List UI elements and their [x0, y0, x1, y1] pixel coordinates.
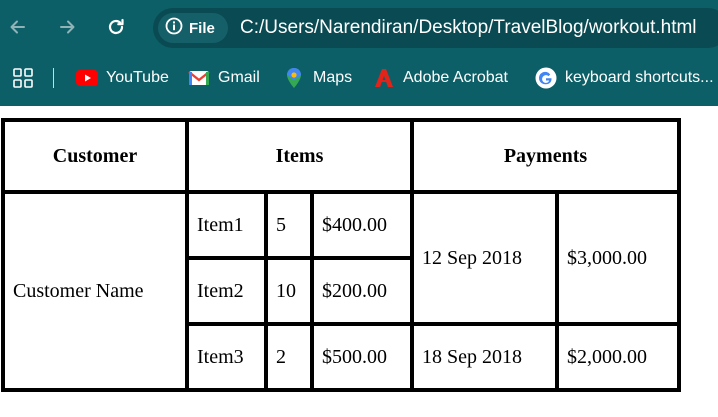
bookmarks-bar: YouTube Gmail Maps Adobe Acrobat keyboar — [0, 58, 718, 98]
item-price-cell: $500.00 — [314, 326, 414, 392]
item-price-cell: $200.00 — [314, 260, 414, 326]
header-customer: Customer — [5, 122, 189, 194]
bookmark-maps[interactable]: Maps — [283, 66, 352, 90]
bookmark-label: Maps — [313, 69, 353, 86]
payment-date-cell: 18 Sep 2018 — [414, 326, 559, 392]
address-bar[interactable]: File C:/Users/Narendiran/Desktop/TravelB… — [153, 8, 718, 48]
customer-name-cell: Customer Name — [5, 194, 189, 392]
bookmark-label: Adobe Acrobat — [403, 69, 508, 86]
payment-date-cell: 12 Sep 2018 — [414, 194, 559, 326]
item-price-cell: $400.00 — [314, 194, 414, 260]
forward-button[interactable] — [52, 12, 82, 42]
site-chip-label: File — [189, 19, 215, 37]
site-info-chip[interactable]: File — [158, 13, 228, 43]
item-qty-cell: 2 — [268, 326, 314, 392]
table-row: Customer Name Item1 5 $400.00 12 Sep 201… — [5, 194, 681, 392]
url-text[interactable]: C:/Users/Narendiran/Desktop/TravelBlog/w… — [240, 17, 697, 39]
bookmark-keyboard-shortcuts[interactable]: keyboard shortcuts... — [535, 66, 714, 90]
header-items: Items — [189, 122, 414, 194]
bookmarks-divider — [53, 68, 54, 88]
adobe-acrobat-icon — [373, 67, 395, 89]
youtube-icon — [76, 67, 98, 89]
bookmark-label: Gmail — [218, 69, 260, 86]
gmail-icon — [188, 67, 210, 89]
bookmark-youtube[interactable]: YouTube — [76, 66, 169, 90]
payment-amount-cell: $3,000.00 — [559, 194, 681, 326]
item-qty-cell: 10 — [268, 260, 314, 326]
arrow-left-icon — [8, 17, 28, 37]
browser-toolbar: File C:/Users/Narendiran/Desktop/TravelB… — [0, 0, 718, 106]
item-name-cell: Item1 — [189, 194, 268, 260]
bookmark-gmail[interactable]: Gmail — [188, 66, 260, 90]
arrow-right-icon — [57, 17, 77, 37]
item-name-cell: Item3 — [189, 326, 268, 392]
google-icon — [535, 67, 557, 89]
back-button[interactable] — [3, 12, 33, 42]
info-icon — [165, 17, 183, 40]
order-table: Customer Items Payments Customer Name It… — [1, 118, 681, 392]
bookmark-label: keyboard shortcuts... — [565, 69, 714, 86]
item-qty-cell: 5 — [268, 194, 314, 260]
payment-amount-cell: $2,000.00 — [559, 326, 681, 392]
reload-icon — [106, 17, 126, 37]
bookmark-label: YouTube — [106, 69, 169, 86]
maps-icon — [283, 67, 305, 89]
table-header-row: Customer Items Payments — [5, 122, 681, 194]
item-name-cell: Item2 — [189, 260, 268, 326]
bookmark-adobe-acrobat[interactable]: Adobe Acrobat — [373, 66, 508, 90]
reload-button[interactable] — [101, 12, 131, 42]
apps-grid-icon[interactable] — [13, 68, 33, 88]
header-payments: Payments — [414, 122, 681, 194]
